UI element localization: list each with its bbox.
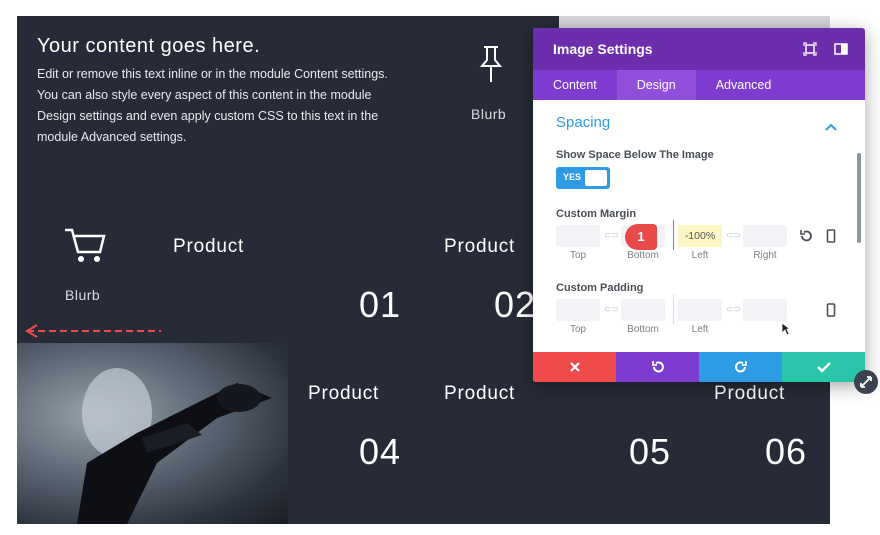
show-space-label: Show Space Below The Image bbox=[556, 149, 714, 161]
panel-footer bbox=[533, 352, 865, 382]
toggle-text: YES bbox=[563, 172, 582, 182]
pushpin-icon bbox=[476, 44, 506, 89]
panel-header: Image Settings bbox=[533, 28, 865, 70]
mobile-icon[interactable] bbox=[826, 303, 836, 322]
cart-icon bbox=[62, 226, 108, 271]
custom-padding-label: Custom Padding bbox=[556, 282, 644, 294]
custom-margin-label: Custom Margin bbox=[556, 208, 637, 220]
panel-body: Spacing Show Space Below The Image YES C… bbox=[533, 100, 865, 352]
product-number: 02 bbox=[494, 284, 537, 325]
left-arrow-icon bbox=[25, 323, 165, 344]
padding-bottom-input[interactable] bbox=[621, 299, 665, 321]
padding-bottom-sublabel: Bottom bbox=[627, 324, 659, 335]
cancel-button[interactable] bbox=[533, 352, 616, 382]
product-title: Product bbox=[444, 236, 516, 257]
link-icon[interactable]: ⊂⊃ bbox=[726, 230, 741, 241]
product-number: 04 bbox=[359, 431, 402, 472]
mobile-icon[interactable] bbox=[826, 229, 836, 248]
divider bbox=[673, 220, 674, 250]
margin-right-input[interactable] bbox=[743, 225, 787, 247]
link-icon[interactable]: ⊂⊃ bbox=[726, 304, 741, 315]
margin-right-sublabel: Right bbox=[753, 250, 777, 261]
scrollbar[interactable] bbox=[857, 153, 861, 243]
text-module-title[interactable]: Your content goes here. bbox=[37, 35, 260, 58]
margin-top-sublabel: Top bbox=[569, 250, 587, 261]
padding-top-sublabel: Top bbox=[569, 324, 587, 335]
cursor-icon bbox=[781, 322, 792, 341]
blurb-title: Blurb bbox=[65, 287, 101, 303]
toggle-knob bbox=[585, 170, 607, 186]
link-icon[interactable]: ⊂⊃ bbox=[604, 230, 619, 241]
product-title: Product bbox=[714, 383, 786, 404]
product-number: 01 bbox=[359, 284, 402, 325]
text-module-body[interactable]: Edit or remove this text inline or in th… bbox=[37, 64, 412, 148]
product-title: Product bbox=[173, 236, 245, 257]
undo-button[interactable] bbox=[616, 352, 699, 382]
panel-title: Image Settings bbox=[553, 41, 653, 57]
margin-top-input[interactable] bbox=[556, 225, 600, 247]
margin-bottom-sublabel: Bottom bbox=[627, 250, 659, 261]
product-title: Product bbox=[308, 383, 380, 404]
save-button[interactable] bbox=[782, 352, 865, 382]
expand-icon[interactable] bbox=[803, 42, 817, 56]
margin-left-sublabel: Left bbox=[691, 250, 709, 261]
padding-left-sublabel: Left bbox=[691, 324, 709, 335]
padding-left-input[interactable] bbox=[678, 299, 722, 321]
redo-button[interactable] bbox=[699, 352, 782, 382]
step-marker: 1 bbox=[625, 224, 657, 250]
sidebar-icon[interactable] bbox=[834, 42, 848, 56]
section-spacing-title[interactable]: Spacing bbox=[556, 114, 610, 131]
product-number: 06 bbox=[765, 431, 808, 472]
show-space-toggle[interactable]: YES bbox=[556, 167, 610, 189]
tab-advanced[interactable]: Advanced bbox=[696, 70, 792, 100]
reset-icon[interactable] bbox=[799, 229, 813, 248]
chevron-up-icon[interactable] bbox=[825, 118, 837, 136]
resize-handle[interactable] bbox=[854, 370, 878, 394]
product-title: Product bbox=[444, 383, 516, 404]
tab-content[interactable]: Content bbox=[533, 70, 617, 100]
divider bbox=[673, 294, 674, 324]
link-icon[interactable]: ⊂⊃ bbox=[604, 304, 619, 315]
panel-tabs: Content Design Advanced bbox=[533, 70, 865, 100]
image-module[interactable] bbox=[17, 343, 288, 524]
margin-left-input[interactable]: -100% bbox=[678, 225, 722, 247]
padding-right-input[interactable] bbox=[743, 299, 787, 321]
image-settings-panel: Image Settings Content Design Advanced S… bbox=[533, 28, 865, 382]
product-number: 05 bbox=[629, 431, 672, 472]
tab-design[interactable]: Design bbox=[616, 70, 696, 100]
blurb-title: Blurb bbox=[471, 106, 507, 122]
padding-top-input[interactable] bbox=[556, 299, 600, 321]
